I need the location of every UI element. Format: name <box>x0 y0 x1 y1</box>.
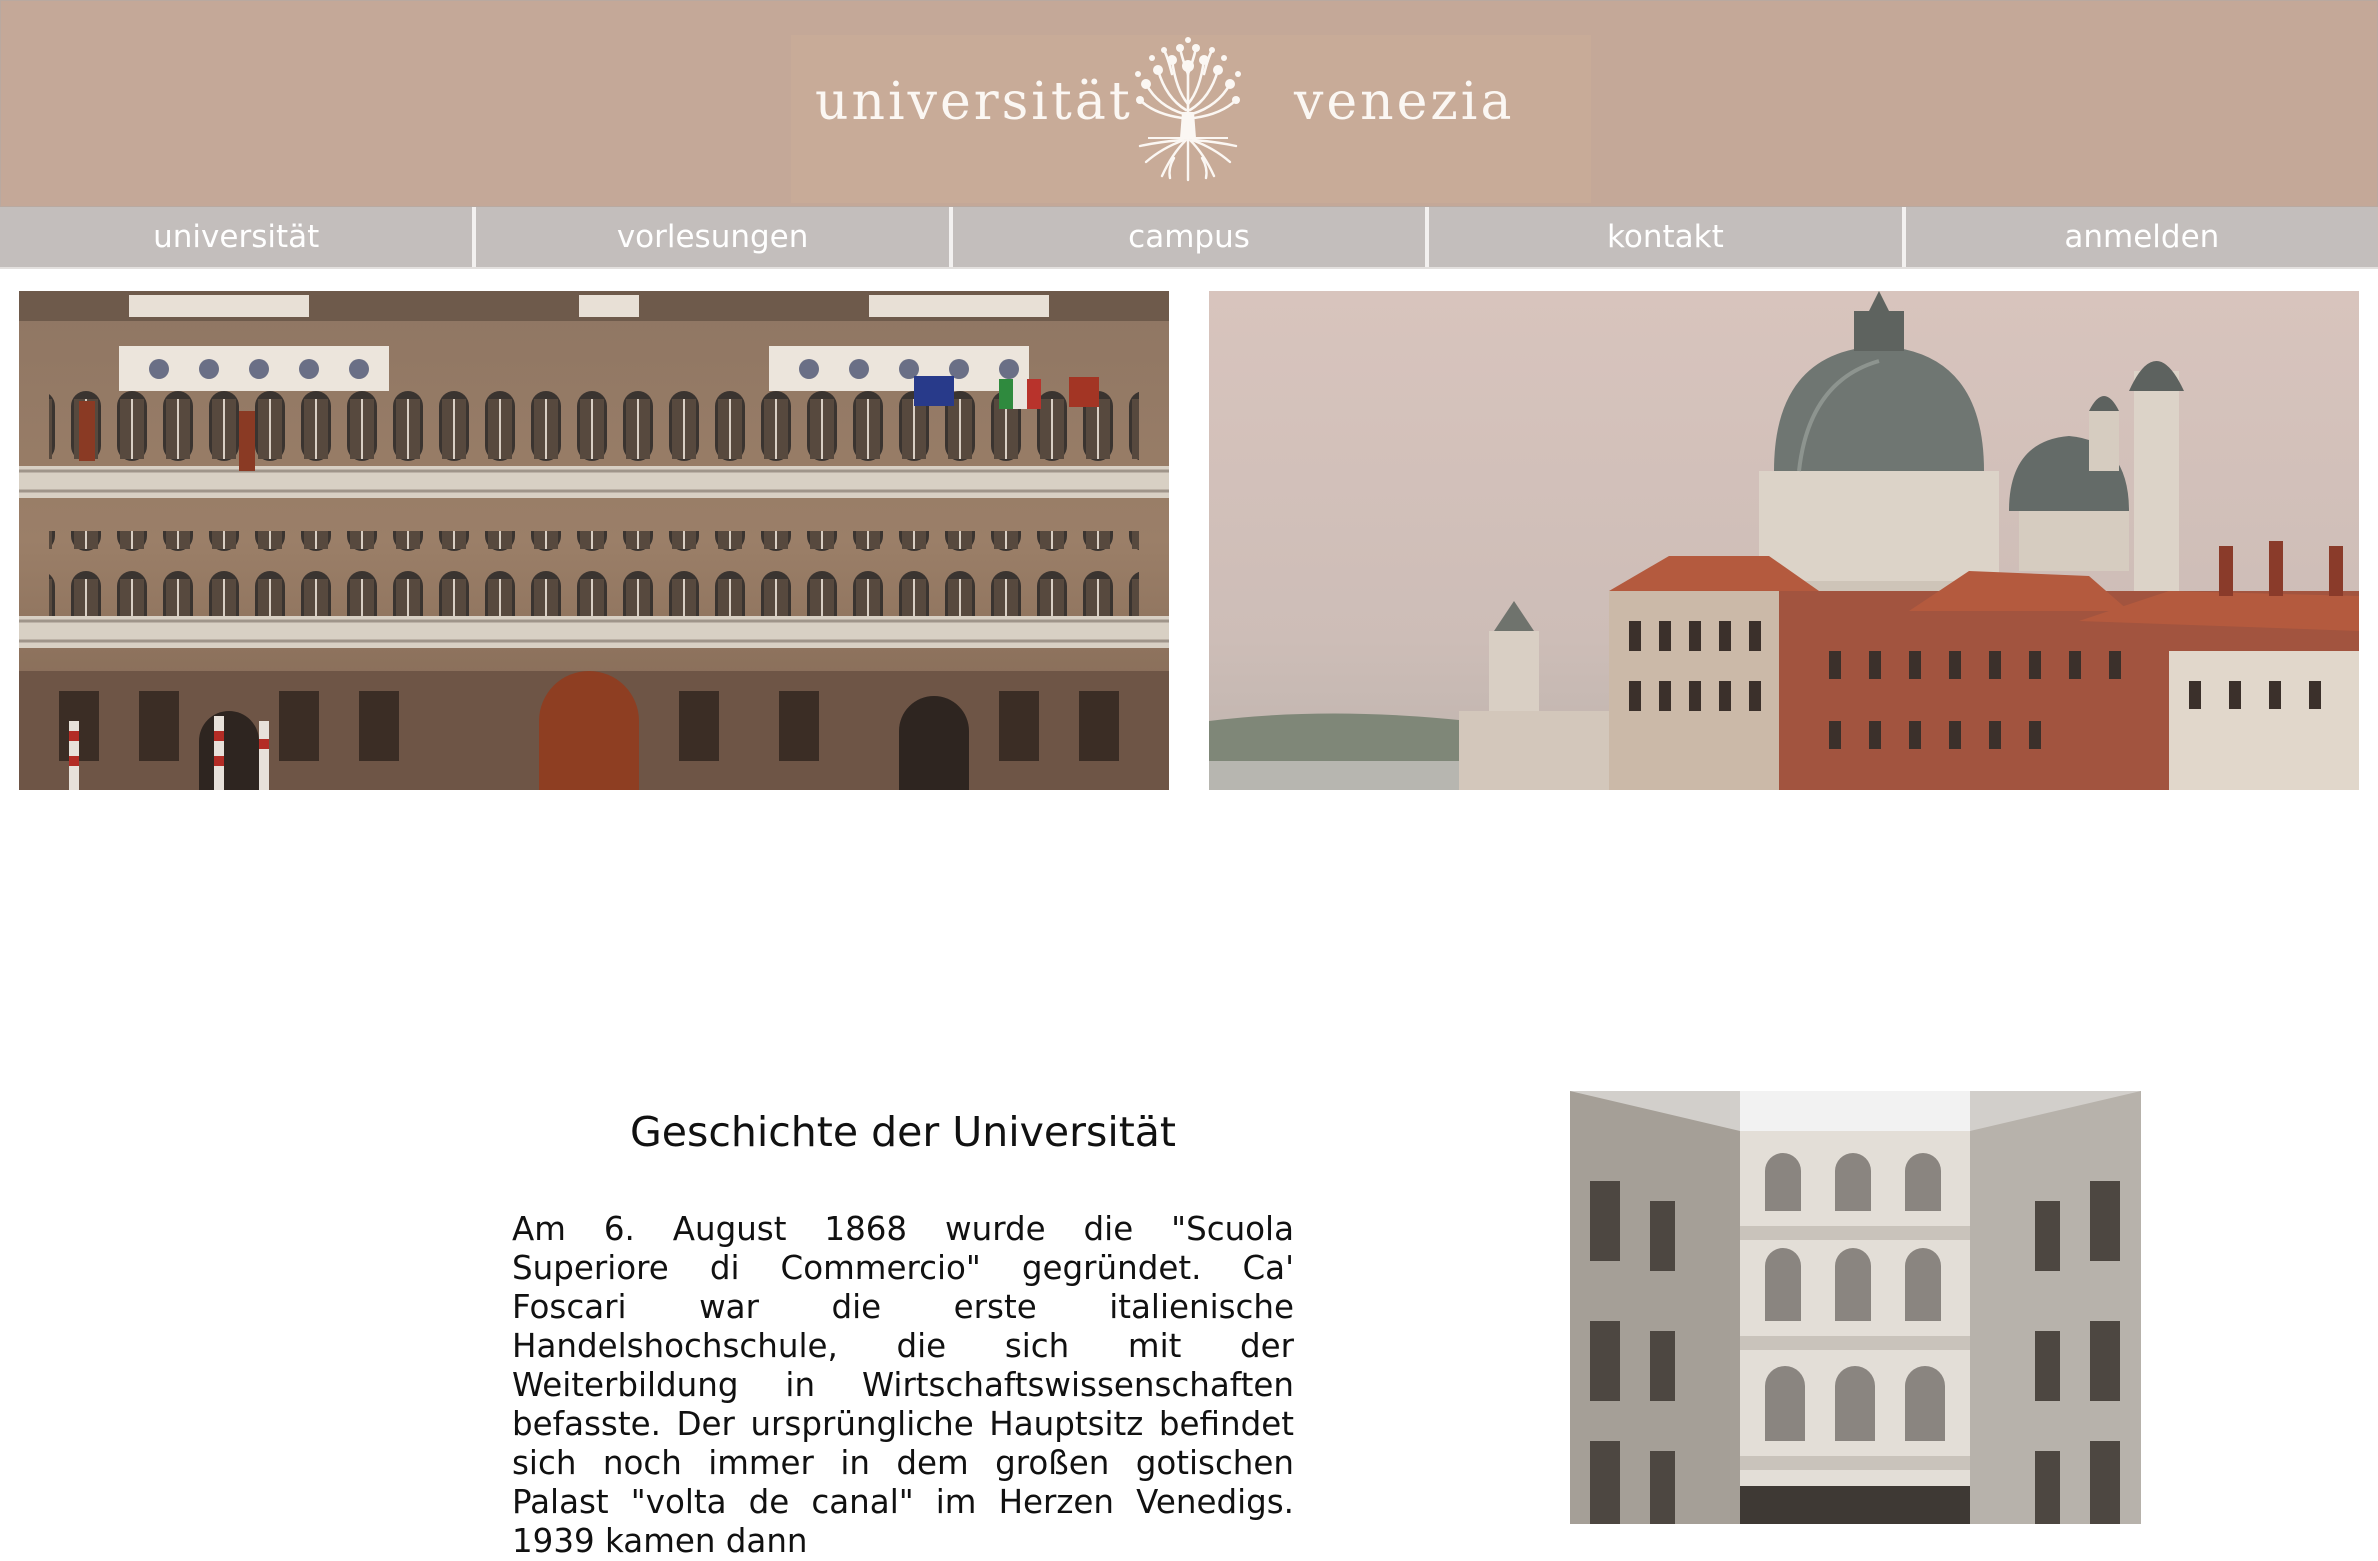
courtyard-photo <box>1570 1091 2141 1524</box>
history-paragraph: Am 6. August 1868 wurde die "Scuola Supe… <box>512 1210 1294 1560</box>
section-title: Geschichte der Universität <box>629 1108 1177 1156</box>
logo-text-right[interactable]: venezia <box>1294 76 1514 128</box>
tree-icon[interactable] <box>1118 34 1258 184</box>
santa-maria-della-salute-photo <box>1209 291 2359 790</box>
main-navigation: universität vorlesungen campus kontakt a… <box>0 207 2378 269</box>
nav-item-universitaet[interactable]: universität <box>0 207 477 267</box>
logo-text-left[interactable]: universität <box>815 76 1133 128</box>
nav-item-campus[interactable]: campus <box>952 207 1430 267</box>
nav-item-kontakt[interactable]: kontakt <box>1429 207 1906 267</box>
nav-item-anmelden[interactable]: anmelden <box>1905 207 2378 267</box>
nav-item-vorlesungen[interactable]: vorlesungen <box>476 207 953 267</box>
palazzo-facade-photo <box>19 291 1169 790</box>
